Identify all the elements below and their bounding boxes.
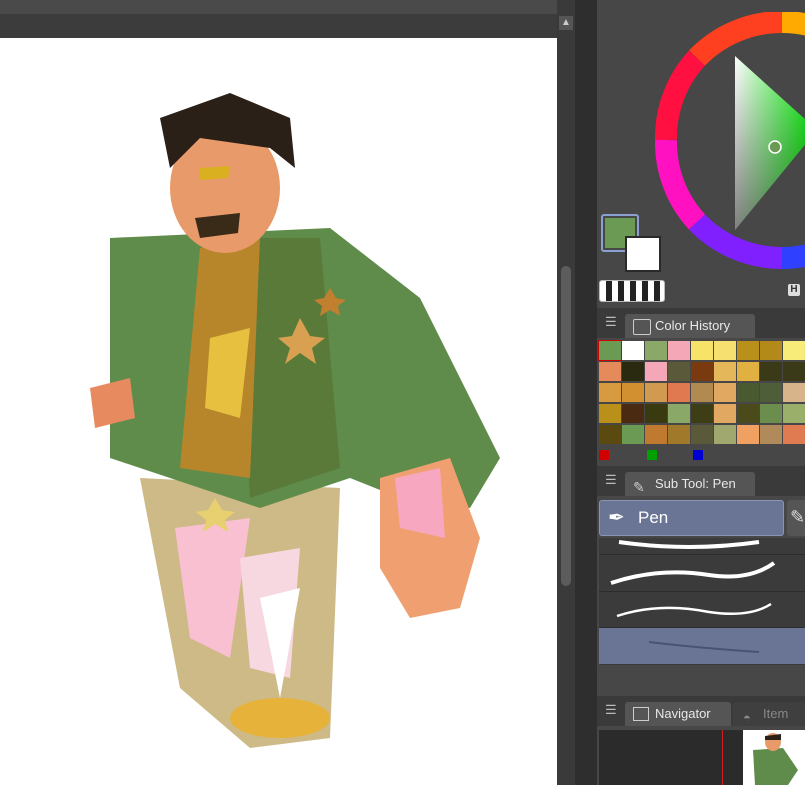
color-history-swatch[interactable] — [737, 341, 759, 360]
panel-menu-icon[interactable]: ☰ — [605, 703, 617, 716]
blue-indicator — [693, 450, 703, 460]
color-history-swatch[interactable] — [714, 341, 736, 360]
color-history-swatch[interactable] — [622, 341, 644, 360]
tab-color-history[interactable]: Color History — [625, 314, 755, 338]
color-history-swatch[interactable] — [783, 383, 805, 402]
brush-preview-item[interactable] — [599, 592, 805, 628]
navigator-panel: ☰ Navigator ◓ Item — [597, 696, 805, 785]
window-top-bar — [0, 0, 557, 14]
color-history-swatch[interactable] — [622, 425, 644, 444]
subtool-tabbar: ☰ ✎ Sub Tool: Pen — [597, 466, 805, 496]
color-history-swatch[interactable] — [645, 425, 667, 444]
color-history-swatch[interactable] — [737, 404, 759, 423]
color-history-swatch[interactable] — [668, 404, 690, 423]
brush-preview-item[interactable] — [599, 538, 805, 555]
drawing-canvas[interactable] — [0, 38, 557, 785]
tab-subtool[interactable]: ✎ Sub Tool: Pen — [625, 472, 755, 496]
color-history-swatch[interactable] — [645, 383, 667, 402]
tab-label: Color History — [655, 318, 731, 333]
navigator-tabbar: ☰ Navigator ◓ Item — [597, 696, 805, 726]
color-history-swatch[interactable] — [691, 341, 713, 360]
color-history-swatch[interactable] — [622, 362, 644, 381]
color-history-swatch[interactable] — [645, 341, 667, 360]
right-panel: H ☰ Color History ☰ ✎ Sub Tool: Pen ✒ Pe… — [597, 0, 805, 785]
color-history-swatch[interactable] — [599, 383, 621, 402]
color-history-swatch[interactable] — [668, 425, 690, 444]
tab-label: Sub Tool: Pen — [655, 476, 736, 491]
color-history-swatch[interactable] — [737, 425, 759, 444]
scrollbar-thumb[interactable] — [561, 266, 571, 586]
color-history-swatch[interactable] — [760, 341, 782, 360]
brush-preview-item-selected[interactable] — [599, 628, 805, 664]
color-history-swatch[interactable] — [622, 383, 644, 402]
pen-icon: ✒ — [608, 507, 625, 529]
navigator-thumbnail — [743, 730, 805, 785]
pen-icon: ✎ — [633, 479, 645, 495]
tab-navigator[interactable]: Navigator — [625, 702, 731, 726]
subtool-label: Pen — [638, 508, 669, 527]
color-history-swatch[interactable] — [691, 404, 713, 423]
hsv-toggle-button[interactable]: H — [788, 284, 800, 296]
navigator-view[interactable] — [599, 730, 805, 785]
transparent-color-swatch[interactable] — [599, 280, 665, 302]
color-history-tabbar: ☰ Color History — [597, 308, 805, 338]
green-indicator — [647, 450, 657, 460]
brush-preview-item[interactable] — [599, 555, 805, 592]
color-history-swatch[interactable] — [645, 362, 667, 381]
color-history-swatch[interactable] — [691, 362, 713, 381]
color-history-swatch[interactable] — [691, 425, 713, 444]
color-history-panel: ☰ Color History — [597, 308, 805, 466]
color-history-swatch[interactable] — [691, 383, 713, 402]
color-history-swatch[interactable] — [668, 341, 690, 360]
subtool-panel: ☰ ✎ Sub Tool: Pen ✒ Pen ✎ — [597, 466, 805, 696]
tab-item[interactable]: ◓ Item — [733, 702, 805, 726]
color-history-swatch[interactable] — [599, 362, 621, 381]
subtool-pen-button[interactable]: ✒ Pen — [599, 500, 784, 536]
color-history-swatch[interactable] — [668, 383, 690, 402]
color-history-swatch[interactable] — [737, 383, 759, 402]
scroll-up-icon[interactable]: ▲ — [559, 16, 573, 30]
color-history-swatch[interactable] — [668, 362, 690, 381]
panel-divider — [575, 0, 597, 785]
subtool-next-button[interactable]: ✎ — [787, 500, 805, 536]
color-history-swatch[interactable] — [783, 362, 805, 381]
sub-color-swatch[interactable] — [625, 236, 661, 272]
canvas-header-bar — [0, 14, 557, 38]
color-history-swatch[interactable] — [760, 362, 782, 381]
color-history-swatch[interactable] — [783, 425, 805, 444]
color-history-swatch[interactable] — [760, 425, 782, 444]
color-history-swatch[interactable] — [783, 404, 805, 423]
color-history-swatch[interactable] — [783, 341, 805, 360]
color-history-swatch[interactable] — [714, 362, 736, 381]
navigator-rotation-line — [722, 730, 723, 785]
tab-label: Item — [763, 706, 789, 721]
brush-preview-list — [599, 538, 805, 696]
tab-label: Navigator — [655, 706, 711, 721]
panel-menu-icon[interactable]: ☰ — [605, 315, 617, 328]
character-painting — [90, 93, 500, 748]
red-indicator — [599, 450, 609, 460]
panel-menu-icon[interactable]: ☰ — [605, 473, 617, 486]
item-icon: ◓ — [743, 710, 751, 725]
color-history-swatch[interactable] — [714, 425, 736, 444]
color-history-swatch[interactable] — [714, 383, 736, 402]
color-wheel[interactable] — [647, 12, 805, 282]
color-history-swatch[interactable] — [760, 383, 782, 402]
color-history-swatch[interactable] — [599, 425, 621, 444]
navigator-icon — [633, 707, 649, 721]
color-history-swatch[interactable] — [714, 404, 736, 423]
color-history-swatch[interactable] — [760, 404, 782, 423]
color-wheel-panel: H — [597, 0, 805, 308]
color-history-swatch[interactable] — [645, 404, 667, 423]
color-history-grid — [598, 340, 805, 445]
color-history-swatch[interactable] — [598, 340, 622, 361]
brush-preview-empty — [599, 665, 805, 696]
film-icon — [633, 319, 651, 335]
color-picker-handle[interactable] — [768, 140, 782, 154]
color-history-swatch[interactable] — [737, 362, 759, 381]
color-history-swatch[interactable] — [622, 404, 644, 423]
color-history-swatch[interactable] — [599, 404, 621, 423]
